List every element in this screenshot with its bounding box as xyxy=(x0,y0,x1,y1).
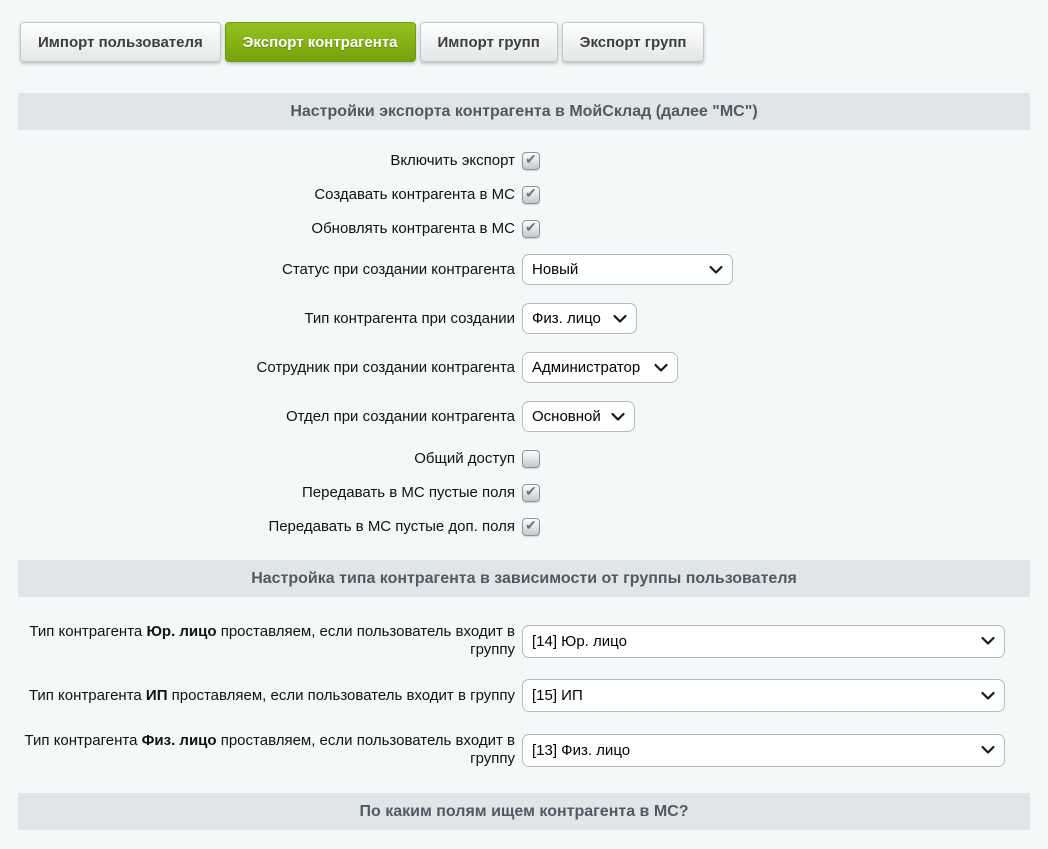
field-label: Статус при создании контрагента xyxy=(18,261,515,279)
section-title-search-fields: По каким полям ищем контрагента в МС? xyxy=(18,793,1030,830)
update-counterparty-checkbox[interactable] xyxy=(522,220,540,238)
employee-on-create-select[interactable]: Администратор xyxy=(522,352,678,383)
tab-bar: Импорт пользователя Экспорт контрагента … xyxy=(0,0,1048,62)
enable-export-checkbox[interactable] xyxy=(522,152,540,170)
send-empty-fields-checkbox[interactable] xyxy=(522,484,540,502)
status-on-create-select[interactable]: Новый xyxy=(522,254,733,285)
row-entrepreneur-group: Тип контрагента ИП проставляем, если пол… xyxy=(18,679,1030,712)
section-title-group-type: Настройка типа контрагента в зависимости… xyxy=(18,560,1030,597)
tab-groups-export[interactable]: Экспорт групп xyxy=(562,22,705,62)
send-empty-custom-fields-checkbox[interactable] xyxy=(522,518,540,536)
field-label: Передавать в МС пустые доп. поля xyxy=(18,518,515,536)
row-send-empty-custom-fields: Передавать в МС пустые доп. поля xyxy=(18,518,1030,536)
row-enable-export: Включить экспорт xyxy=(18,152,1030,170)
field-label: Создавать контрагента в МС xyxy=(18,186,515,204)
settings-form: Настройки экспорта контрагента в МойСкла… xyxy=(0,93,1048,849)
row-status-on-create: Статус при создании контрагента Новый xyxy=(18,254,1030,285)
field-label: Общий доступ xyxy=(18,450,515,468)
section-title-export-settings: Настройки экспорта контрагента в МойСкла… xyxy=(18,93,1030,130)
field-label: Тип контрагента Юр. лицо проставляем, ес… xyxy=(18,623,515,659)
export-settings-page: Импорт пользователя Экспорт контрагента … xyxy=(0,0,1048,849)
field-label: Отдел при создании контрагента xyxy=(18,408,515,426)
row-type-on-create: Тип контрагента при создании Физ. лицо xyxy=(18,303,1030,334)
create-counterparty-checkbox[interactable] xyxy=(522,186,540,204)
row-department-on-create: Отдел при создании контрагента Основной xyxy=(18,401,1030,432)
department-on-create-select[interactable]: Основной xyxy=(522,401,635,432)
row-employee-on-create: Сотрудник при создании контрагента Админ… xyxy=(18,352,1030,383)
row-shared-access: Общий доступ xyxy=(18,450,1030,468)
field-label: Сотрудник при создании контрагента xyxy=(18,359,515,377)
field-label: Тип контрагента при создании xyxy=(18,310,515,328)
row-create-counterparty: Создавать контрагента в МС xyxy=(18,186,1030,204)
field-label: Передавать в МС пустые поля xyxy=(18,484,515,502)
entrepreneur-group-select[interactable]: [15] ИП xyxy=(522,679,1005,712)
field-label: Обновлять контрагента в МС xyxy=(18,220,515,238)
legal-entity-group-select[interactable]: [14] Юр. лицо xyxy=(522,625,1005,658)
row-send-empty-fields: Передавать в МС пустые поля xyxy=(18,484,1030,502)
field-label: Тип контрагента Физ. лицо проставляем, е… xyxy=(18,732,515,768)
field-label: Тип контрагента ИП проставляем, если пол… xyxy=(18,687,515,705)
field-label: Включить экспорт xyxy=(18,152,515,170)
type-on-create-select[interactable]: Физ. лицо xyxy=(522,303,637,334)
individual-group-select[interactable]: [13] Физ. лицо xyxy=(522,734,1005,767)
row-update-counterparty: Обновлять контрагента в МС xyxy=(18,220,1030,238)
tab-user-import[interactable]: Импорт пользователя xyxy=(20,22,221,62)
row-legal-entity-group: Тип контрагента Юр. лицо проставляем, ес… xyxy=(18,623,1030,659)
tab-counterparty-export[interactable]: Экспорт контрагента xyxy=(225,22,416,62)
row-individual-group: Тип контрагента Физ. лицо проставляем, е… xyxy=(18,732,1030,768)
shared-access-checkbox[interactable] xyxy=(522,450,540,468)
tab-groups-import[interactable]: Импорт групп xyxy=(420,22,558,62)
